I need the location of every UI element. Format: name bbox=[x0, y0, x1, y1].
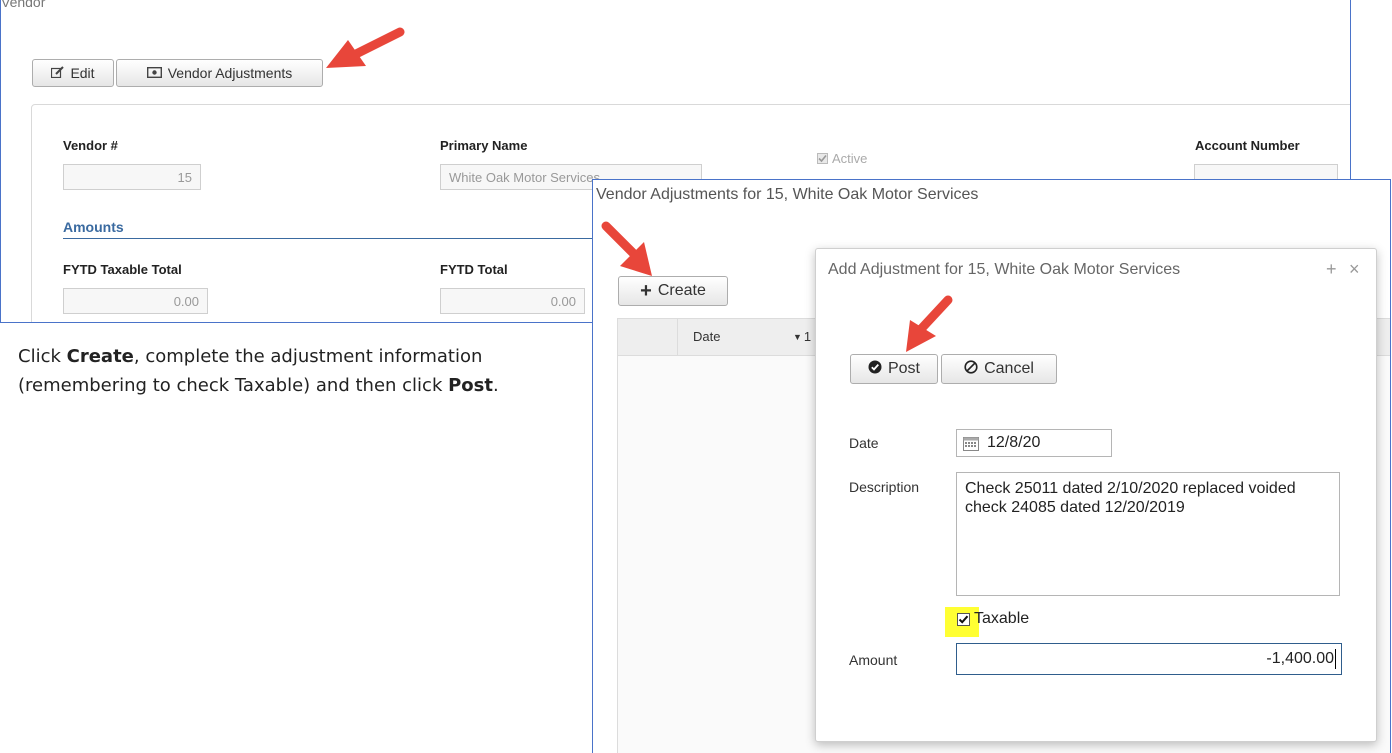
grid-col-sort[interactable]: ▼ 1 bbox=[793, 329, 811, 345]
arrow-to-vendor-adjustments bbox=[326, 27, 405, 68]
create-button-label: Create bbox=[657, 282, 706, 299]
edit-button-label: Edit bbox=[70, 65, 95, 81]
instruction-text: Click Create, complete the adjustment in… bbox=[18, 342, 578, 400]
arrow-to-post bbox=[906, 295, 953, 352]
instruction-part-3: . bbox=[492, 375, 499, 396]
instruction-post-word: Post bbox=[448, 375, 493, 396]
post-button[interactable]: Post bbox=[850, 354, 938, 384]
edit-button[interactable]: Edit bbox=[32, 59, 114, 87]
amount-value: -1,400.00 bbox=[1266, 650, 1334, 667]
taxable-label: Taxable bbox=[974, 610, 1030, 627]
fytd-total-field: 0.00 bbox=[440, 288, 585, 314]
fytd-total-label: FYTD Total bbox=[440, 262, 508, 277]
vendor-panel-title: Vendor bbox=[1, 0, 46, 10]
amounts-section-title: Amounts bbox=[63, 219, 124, 235]
instruction-create-word: Create bbox=[66, 346, 134, 367]
cancel-button-label: Cancel bbox=[984, 360, 1034, 377]
amount-label: Amount bbox=[849, 652, 898, 668]
primary-name-label: Primary Name bbox=[440, 138, 528, 153]
money-icon bbox=[146, 65, 162, 81]
ban-icon bbox=[964, 359, 978, 379]
cancel-button[interactable]: Cancel bbox=[941, 354, 1057, 384]
check-circle-icon bbox=[868, 360, 882, 379]
active-checkbox: Active bbox=[817, 151, 867, 166]
plus-icon: + bbox=[640, 280, 652, 302]
close-icon[interactable]: × bbox=[1349, 259, 1360, 280]
text-cursor bbox=[1335, 649, 1336, 669]
vendor-number-label: Vendor # bbox=[63, 138, 118, 153]
date-value: 12/8/20 bbox=[987, 434, 1041, 451]
arrow-to-create bbox=[601, 221, 652, 276]
date-field[interactable]: 12/8/20 bbox=[956, 429, 1112, 457]
maximize-icon[interactable]: + bbox=[1326, 259, 1337, 280]
create-button[interactable]: + Create bbox=[618, 276, 728, 306]
description-textarea[interactable]: Check 25011 dated 2/10/2020 replaced voi… bbox=[956, 472, 1340, 596]
vendor-adjustments-button[interactable]: Vendor Adjustments bbox=[116, 59, 323, 87]
instruction-part-1: Click bbox=[18, 346, 67, 367]
fytd-taxable-field: 0.00 bbox=[63, 288, 208, 314]
grid-column-divider bbox=[677, 319, 678, 355]
vendor-number-field: 15 bbox=[63, 164, 201, 190]
adjustments-panel-title: Vendor Adjustments for 15, White Oak Mot… bbox=[596, 186, 979, 203]
post-button-label: Post bbox=[887, 360, 920, 377]
date-label: Date bbox=[849, 435, 879, 451]
calendar-icon[interactable] bbox=[963, 436, 979, 451]
amount-input[interactable]: -1,400.00 bbox=[956, 643, 1342, 675]
description-label: Description bbox=[849, 479, 920, 495]
checkbox-checked-icon[interactable] bbox=[957, 612, 970, 626]
check-icon bbox=[817, 153, 828, 164]
sort-desc-icon: ▼ bbox=[793, 332, 802, 342]
grid-col-partial: 1 bbox=[803, 329, 812, 344]
fytd-taxable-label: FYTD Taxable Total bbox=[63, 262, 182, 277]
taxable-checkbox[interactable]: Taxable bbox=[957, 610, 1029, 628]
grid-col-date[interactable]: Date bbox=[693, 329, 720, 344]
vendor-adjustments-label: Vendor Adjustments bbox=[167, 65, 293, 81]
account-number-label: Account Number bbox=[1195, 138, 1300, 153]
dialog-title: Add Adjustment for 15, White Oak Motor S… bbox=[828, 261, 1181, 278]
active-label: Active bbox=[832, 151, 868, 166]
pencil-square-icon bbox=[51, 65, 65, 81]
